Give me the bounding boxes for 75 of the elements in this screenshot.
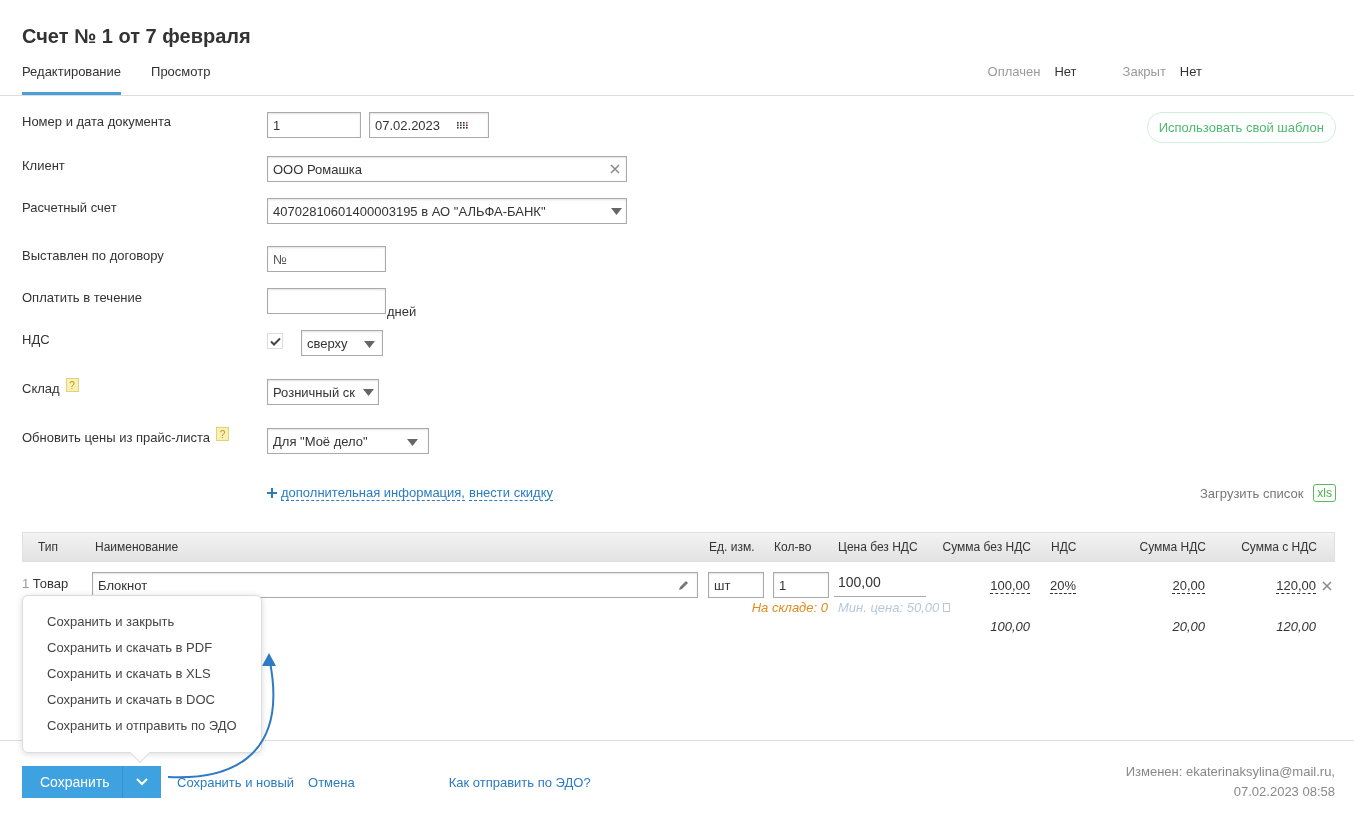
column-header: Наименование bbox=[94, 540, 180, 554]
modified-by: Изменен: ekaterinaksylina@mail.ru, bbox=[1125, 763, 1335, 781]
amount-link[interactable]: 100,00 bbox=[990, 578, 1030, 594]
vat-checkbox[interactable] bbox=[267, 333, 283, 349]
chevron-down-icon bbox=[136, 778, 148, 786]
field-label: Склад bbox=[22, 381, 60, 396]
name-field[interactable]: Блокнот bbox=[92, 572, 698, 598]
client-field[interactable]: ООО Ромашка bbox=[267, 156, 627, 182]
field-label: Оплатить в течение bbox=[22, 290, 143, 305]
contract-field[interactable]: № bbox=[267, 246, 386, 272]
dropdown-arrow-icon bbox=[364, 340, 375, 348]
column-header: Ед. изм. bbox=[708, 540, 756, 554]
menu-item[interactable]: Сохранить и скачать в XLS bbox=[23, 661, 261, 687]
upload-label: Загрузить список bbox=[1200, 485, 1304, 501]
status-value: Нет bbox=[1054, 64, 1077, 79]
modified-date: 07.02.2023 08:58 bbox=[1232, 783, 1335, 801]
column-header: Сумма НДС bbox=[1138, 540, 1207, 554]
field-label: Номер и дата документа bbox=[22, 114, 172, 129]
column-header: Тип bbox=[37, 540, 59, 554]
vat-amount-link[interactable]: 20,00 bbox=[1172, 578, 1205, 594]
price-field[interactable]: 100,00 bbox=[834, 572, 926, 597]
account-select[interactable]: 40702810601400003195 в АО "АЛЬФА-БАНК" bbox=[267, 198, 627, 224]
save-options-button[interactable] bbox=[122, 766, 161, 798]
grand-total: 120,00 bbox=[1275, 619, 1317, 634]
pencil-icon[interactable] bbox=[678, 579, 689, 591]
menu-item[interactable]: Сохранить и скачать в DOC bbox=[23, 687, 261, 713]
tab[interactable]: Редактирование bbox=[22, 64, 122, 95]
plus-icon[interactable] bbox=[267, 488, 277, 498]
column-header: Цена без НДС bbox=[837, 540, 919, 554]
column-header: НДС bbox=[1050, 540, 1078, 554]
price-list-select[interactable]: Для "Моё дело" bbox=[267, 428, 429, 454]
menu-item[interactable]: Сохранить и скачать в PDF bbox=[23, 635, 261, 661]
field-label: Выставлен по договору bbox=[22, 248, 164, 263]
dropdown-arrow-icon bbox=[363, 388, 374, 396]
unit-field[interactable]: шт bbox=[708, 572, 764, 598]
remove-icon[interactable] bbox=[1322, 581, 1332, 591]
field-label: НДС bbox=[22, 332, 50, 347]
dropdown-arrow-icon bbox=[407, 438, 418, 446]
vat-total: 20,00 bbox=[1171, 619, 1206, 634]
footer-link[interactable]: Отмена bbox=[308, 774, 355, 790]
vat-rate-link[interactable]: 20% bbox=[1050, 578, 1077, 594]
clear-icon[interactable] bbox=[610, 164, 620, 174]
tab[interactable]: Просмотр bbox=[151, 64, 211, 95]
column-header: Кол-во bbox=[773, 540, 813, 554]
field-label: Клиент bbox=[22, 158, 65, 173]
column-header: Сумма без НДС bbox=[941, 540, 1032, 554]
footer-link[interactable]: Сохранить и новый bbox=[177, 774, 294, 790]
dropdown-arrow-icon bbox=[611, 207, 622, 215]
stock-note: На складе: 0 bbox=[750, 599, 829, 615]
help-link[interactable]: Как отправить по ЭДО? bbox=[448, 774, 591, 790]
link[interactable]: внести скидку bbox=[469, 485, 553, 501]
date-field[interactable]: 07.02.2023 bbox=[369, 112, 489, 138]
field-label: Расчетный счет bbox=[22, 200, 117, 215]
menu-item[interactable]: Сохранить и закрыть bbox=[23, 609, 261, 635]
amount-total: 100,00 bbox=[989, 619, 1031, 634]
number-field[interactable]: 1 bbox=[267, 112, 361, 138]
info-icon bbox=[943, 603, 951, 612]
menu-item[interactable]: Сохранить и отправить по ЭДО bbox=[23, 713, 261, 739]
column-header: Сумма с НДС bbox=[1240, 540, 1318, 554]
days-label: дней bbox=[387, 303, 417, 319]
vat-select[interactable]: сверху bbox=[301, 330, 383, 356]
status-label: Закрыт bbox=[1122, 64, 1166, 79]
field-label: Обновить цены из прайс-листа bbox=[22, 430, 210, 445]
page-title: Счет № 1 от 7 февраля bbox=[21, 24, 252, 48]
row-index: 1 Товар bbox=[22, 575, 70, 591]
table-cell: Товар bbox=[32, 576, 69, 591]
min-price-note: Мин. цена: 50,00 bbox=[838, 600, 940, 615]
link[interactable]: дополнительная информация, bbox=[281, 485, 465, 501]
warehouse-select[interactable]: Розничный ск bbox=[267, 379, 379, 405]
total-link[interactable]: 120,00 bbox=[1276, 578, 1316, 594]
days-field[interactable] bbox=[267, 288, 386, 314]
status-label: Оплачен bbox=[987, 64, 1041, 79]
calendar-icon[interactable] bbox=[457, 121, 468, 129]
status-value: Нет bbox=[1179, 64, 1202, 79]
quantity-field[interactable]: 1 bbox=[773, 572, 829, 598]
